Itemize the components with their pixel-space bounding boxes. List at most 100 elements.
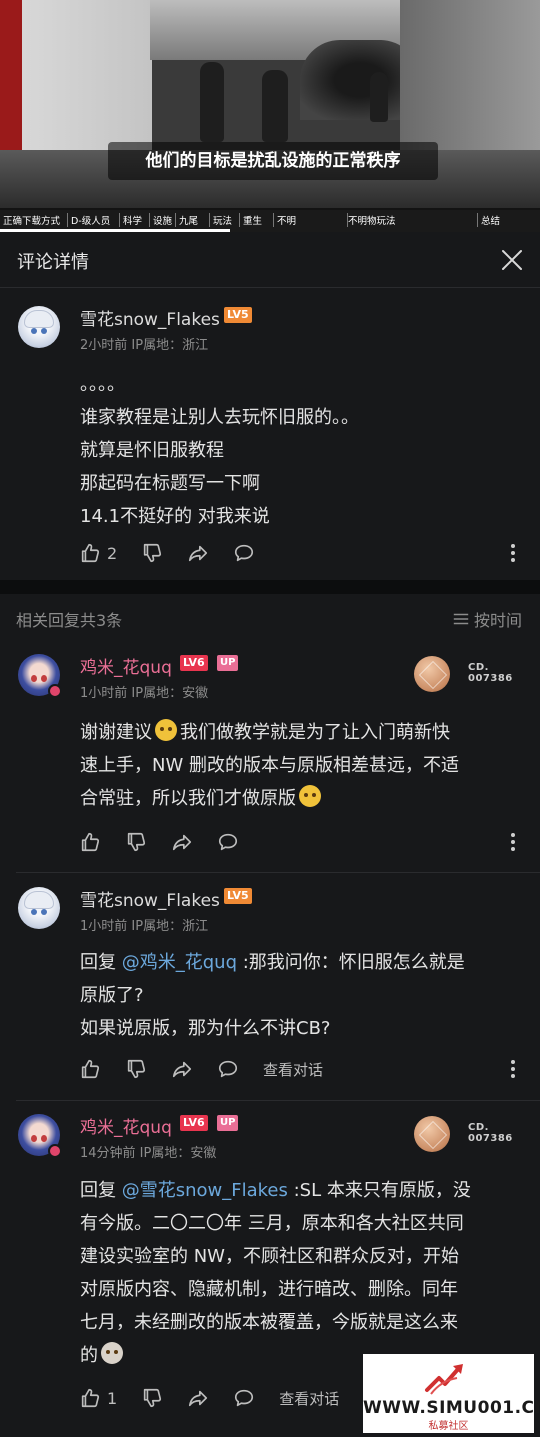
like-button[interactable] <box>79 1058 101 1080</box>
like-button[interactable] <box>79 831 101 853</box>
section-divider <box>0 580 540 594</box>
like-count: 1 <box>107 1388 118 1408</box>
share-button[interactable] <box>187 1387 209 1409</box>
chapter-label[interactable]: 设施 <box>150 213 176 227</box>
mention-link[interactable]: @鸡米_花quq <box>122 952 237 973</box>
comment-line: 速上手，NW 删改的版本与原版相差甚远，不适 <box>80 755 459 776</box>
mention-link[interactable]: @雪花snow_Flakes <box>122 1180 288 1201</box>
chapter-label[interactable]: 总结 <box>478 213 528 227</box>
more-options-icon[interactable] <box>510 544 516 564</box>
avatar-eye <box>41 328 47 334</box>
comment-line: 那起码在标题写一下啊 <box>80 473 260 494</box>
chapter-label[interactable]: 不明 <box>274 213 348 227</box>
comment-actions: 查看对话 <box>79 1057 347 1081</box>
more-options-icon[interactable] <box>510 1060 516 1080</box>
thumbs-up-icon <box>81 1059 100 1079</box>
chapter-label[interactable]: 重生 <box>240 213 274 227</box>
avatar-eye <box>31 1135 37 1142</box>
replies-header: 相关回复共3条 按时间 <box>0 594 540 640</box>
comment-line: 合常驻，所以我们才做原版 <box>80 782 520 815</box>
avatar[interactable] <box>18 306 60 348</box>
dislike-button[interactable] <box>125 831 147 853</box>
level-badge: LV5 <box>224 888 252 904</box>
dislike-button[interactable] <box>125 1058 147 1080</box>
dog-face-emoji-icon <box>101 1342 123 1364</box>
avatar[interactable] <box>18 654 62 698</box>
reply-button[interactable] <box>217 831 239 853</box>
comment-line: 建设实验室的 NW，不顾社区和群众反对，开始 <box>80 1246 459 1267</box>
comment-line: 回复 @鸡米_花quq :那我问你：怀旧服怎么就是 <box>80 946 520 979</box>
fan-medal-prefix: CD. <box>468 1122 489 1133</box>
watermark: WWW.SIMU001.CN 私募社区 <box>363 1354 540 1433</box>
comment-meta: 1小时前 IP属地：安徽 <box>80 686 209 701</box>
chapter-label[interactable]: 正确下载方式 <box>0 213 68 227</box>
chapter-label[interactable]: 玩法 <box>210 213 240 227</box>
watermark-url: WWW.SIMU001.CN <box>363 1398 540 1418</box>
username[interactable]: 雪花snow_Flakes <box>80 886 220 911</box>
video-player[interactable]: 他们的目标是扰乱设施的正常秩序 正确下载方式 D-级人员 科学 设施 九尾 玩法… <box>0 0 540 232</box>
comment-actions: 2 <box>79 541 279 565</box>
share-button[interactable] <box>171 831 193 853</box>
share-button[interactable] <box>187 542 209 564</box>
reply-button[interactable] <box>233 542 255 564</box>
fan-medal-id: 007386 <box>468 1133 513 1144</box>
up-badge: UP <box>217 1115 239 1131</box>
reply-prefix: 回复 <box>80 952 122 973</box>
chapter-label[interactable]: 不明物玩法 <box>348 213 478 227</box>
username[interactable]: 鸡米_花quq <box>80 1113 172 1138</box>
level-badge: LV6 <box>180 1115 208 1131</box>
close-icon[interactable] <box>500 248 524 272</box>
comment-line: 有今版。二〇二〇年 三月，原本和各大社区共同 <box>80 1213 464 1234</box>
dislike-button[interactable] <box>141 542 163 564</box>
reply-separator <box>16 872 540 873</box>
chapter-label[interactable]: D-级人员 <box>68 213 120 227</box>
username[interactable]: 雪花snow_Flakes <box>80 305 220 330</box>
comment-text: 回复 @鸡米_花quq :那我问你：怀旧服怎么就是 原版了? 如果说原版，那为什… <box>80 946 520 1045</box>
more-options-icon[interactable] <box>510 833 516 853</box>
thumbs-down-icon <box>127 832 146 852</box>
comment-line: 谁家教程是让别人去玩怀旧服的。。 <box>80 407 359 428</box>
video-subtitle: 他们的目标是扰乱设施的正常秩序 <box>108 142 438 180</box>
fan-medal-id: 007386 <box>468 673 513 684</box>
chapter-label[interactable]: 科学 <box>120 213 150 227</box>
comment-fragment: 谢谢建议 <box>80 722 152 743</box>
chapter-label[interactable]: 九尾 <box>176 213 210 227</box>
view-conversation-link[interactable]: 查看对话 <box>279 1388 339 1409</box>
comment-line: 。。。。 <box>80 374 125 395</box>
share-icon <box>189 1390 208 1407</box>
fan-medal-icon[interactable] <box>414 1116 450 1152</box>
comment-text: 谢谢建议 我们做教学就是为了让入门萌新快 速上手，NW 删改的版本与原版相差甚远，… <box>80 716 520 815</box>
comment-meta: 2小时前 IP属地：浙江 <box>80 338 209 353</box>
view-conversation-link[interactable]: 查看对话 <box>263 1059 323 1080</box>
fan-medal-number: CD. 007386 <box>468 662 513 684</box>
video-scene-soldier <box>262 70 288 142</box>
thumbs-down-icon <box>144 1388 162 1408</box>
comment-line: 就算是怀旧服教程 <box>80 440 224 461</box>
avatar[interactable] <box>18 887 60 929</box>
sort-toggle[interactable]: 按时间 <box>452 607 522 631</box>
page-title: 评论详情 <box>17 252 89 273</box>
fan-medal-number: CD. 007386 <box>468 1122 513 1144</box>
avatar[interactable] <box>18 1114 62 1158</box>
replies-count-label: 相关回复共3条 <box>16 611 123 630</box>
comment-detail-header: 评论详情 <box>0 232 540 288</box>
username[interactable]: 鸡米_花quq <box>80 653 172 678</box>
like-button[interactable]: 2 <box>79 542 117 564</box>
reply-button[interactable] <box>233 1387 255 1409</box>
avatar-hair <box>24 891 54 909</box>
comment-text: 。。。。 谁家教程是让别人去玩怀旧服的。。 就算是怀旧服教程 那起码在标题写一下… <box>80 368 520 533</box>
comment-bubble-icon <box>235 1389 254 1407</box>
share-button[interactable] <box>171 1058 193 1080</box>
thumbs-up-icon <box>81 543 100 563</box>
video-scene-soldier <box>200 62 224 142</box>
avatar-eye <box>41 909 47 915</box>
fan-medal-icon[interactable] <box>414 656 450 692</box>
comment-line: 谢谢建议 我们做教学就是为了让入门萌新快 <box>80 716 520 749</box>
video-chapter-bar[interactable]: 正确下载方式 D-级人员 科学 设施 九尾 玩法 重生 不明 不明物玩法 总结 <box>0 208 540 232</box>
like-button[interactable]: 1 <box>79 1387 117 1409</box>
level-badge: LV6 <box>180 655 208 671</box>
comment-line: 如果说原版，那为什么不讲CB? <box>80 1018 331 1039</box>
dislike-button[interactable] <box>141 1387 163 1409</box>
avatar-hair <box>24 310 54 328</box>
reply-button[interactable] <box>217 1058 239 1080</box>
